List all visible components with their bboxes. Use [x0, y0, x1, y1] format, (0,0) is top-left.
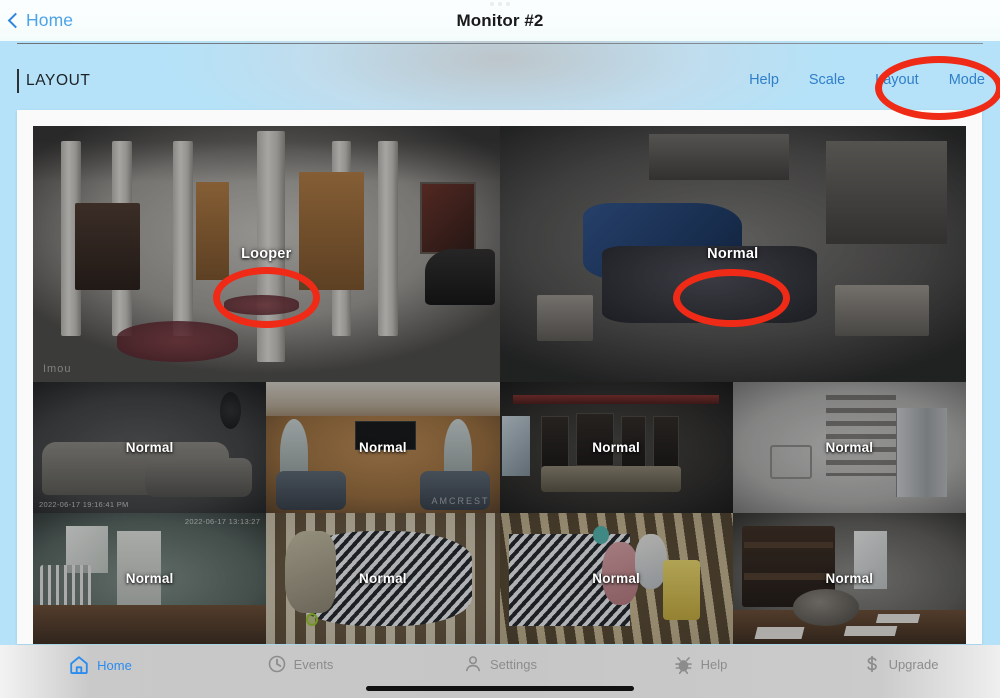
camera-mode-label: Normal: [125, 440, 174, 455]
camera-row: 2022-06-17 13:13:27 Normal Normal Normal …: [33, 513, 966, 644]
clock-icon: [267, 654, 287, 674]
camera-mode-label: Looper: [241, 246, 292, 262]
home-icon: [68, 654, 90, 676]
toolbar-link-help[interactable]: Help: [749, 72, 779, 88]
camera-row: 2022-06-17 19:16:41 PM Normal AMCREST Norm…: [33, 382, 966, 513]
camera-mode-label: Normal: [825, 440, 874, 455]
tab-label: Home: [97, 657, 132, 673]
camera-mode-label: Normal: [359, 571, 407, 586]
camera-watermark: Imou: [43, 363, 72, 375]
camera-mode-label: Normal: [125, 571, 174, 586]
camera-watermark: AMCREST: [431, 496, 490, 506]
tab-settings[interactable]: Settings: [400, 654, 600, 674]
camera-tile-bunk-room[interactable]: Normal: [732, 513, 966, 644]
camera-mode-label: Normal: [359, 440, 407, 455]
camera-tile-crib-two[interactable]: Normal: [499, 513, 733, 644]
camera-mode-label: Normal: [592, 571, 640, 586]
bug-icon: [673, 654, 694, 675]
camera-tile-foyer[interactable]: Imou Looper: [33, 126, 500, 382]
person-icon: [463, 654, 483, 674]
bottom-tab-bar: Home Events Settings Help Upgrade: [0, 645, 1000, 698]
toolbar-actions: Help Scale Layout Mode: [749, 72, 985, 88]
dollar-icon: [862, 654, 882, 674]
home-indicator: [366, 686, 634, 691]
camera-mode-label: Normal: [707, 246, 759, 262]
layout-accent-bar: [17, 69, 19, 93]
camera-timestamp: 2022-06-17 13:13:27: [184, 517, 261, 526]
tab-home[interactable]: Home: [0, 654, 200, 676]
tab-label: Help: [700, 657, 728, 672]
toolbar-divider: [17, 43, 983, 44]
layout-section-label: LAYOUT: [26, 72, 91, 89]
camera-tile-bedroom[interactable]: Normal: [499, 126, 966, 382]
layout-toolbar: LAYOUT Help Scale Layout Mode: [0, 41, 1000, 97]
camera-grid: Imou Looper Normal 2022-06-17 19:16:41 PM N…: [33, 126, 966, 644]
camera-card: Imou Looper Normal 2022-06-17 19:16:41 PM N…: [17, 110, 982, 644]
camera-tile-garage[interactable]: Normal: [732, 382, 966, 513]
camera-tile-living-room-gray[interactable]: 2022-06-17 19:16:41 PM Normal: [33, 382, 267, 513]
camera-timestamp: 2022-06-17 19:16:41 PM: [39, 500, 129, 509]
toolbar-link-mode[interactable]: Mode: [949, 72, 985, 88]
tab-help[interactable]: Help: [600, 654, 800, 675]
camera-tile-crib-one[interactable]: Normal: [266, 513, 500, 644]
camera-mode-label: Normal: [592, 440, 640, 455]
layout-section: LAYOUT: [17, 69, 90, 93]
page-body: LAYOUT Help Scale Layout Mode Imou Looper No…: [0, 41, 1000, 645]
camera-tile-family-room[interactable]: AMCREST Normal: [266, 382, 500, 513]
camera-mode-label: Normal: [825, 571, 874, 586]
tab-events[interactable]: Events: [200, 654, 400, 674]
camera-tile-nursery[interactable]: 2022-06-17 13:13:27 Normal: [33, 513, 267, 644]
toolbar-link-scale[interactable]: Scale: [809, 72, 845, 88]
decorative-dots: [490, 2, 510, 6]
camera-row: Imou Looper Normal: [33, 126, 966, 382]
nav-header: Home Monitor #2: [0, 0, 1000, 41]
tab-label: Settings: [490, 656, 537, 672]
toolbar-link-layout[interactable]: Layout: [875, 72, 919, 88]
tab-upgrade[interactable]: Upgrade: [800, 654, 1000, 674]
tab-label: Events: [293, 656, 334, 672]
camera-tile-dining-room[interactable]: Normal: [499, 382, 733, 513]
page-title: Monitor #2: [456, 10, 544, 30]
tab-label: Upgrade: [888, 656, 939, 672]
